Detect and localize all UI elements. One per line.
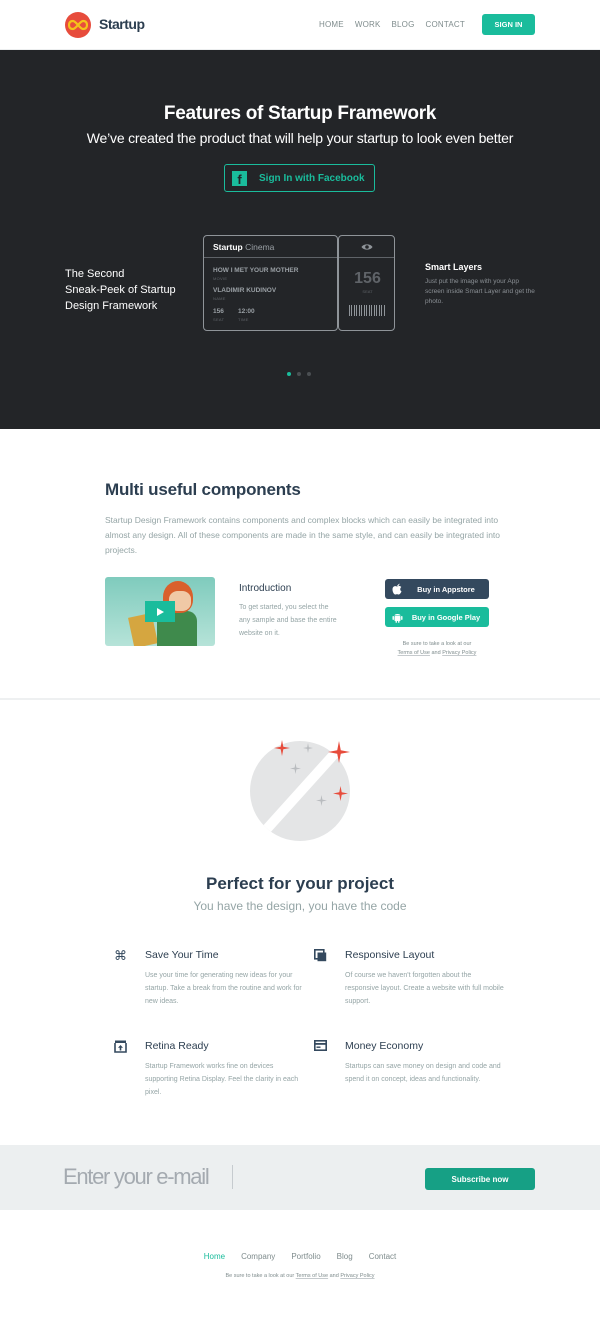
ticket-stub: 156 SEAT: [338, 235, 395, 331]
intro-title: Introduction: [239, 583, 292, 594]
terms-prefix: Be sure to take a look at our: [402, 641, 472, 647]
sparkle-icon: [303, 743, 313, 753]
feature-text: Of course we haven't forgotten about the…: [345, 972, 504, 1005]
ticket-seat: 156: [213, 308, 224, 315]
sneak-line: Sneak-Peek of Startup: [65, 284, 176, 296]
sign-in-button[interactable]: SIGN IN: [482, 14, 535, 35]
barcode: [349, 305, 385, 316]
appstore-label: Buy in Appstore: [417, 584, 475, 594]
footer-nav-company[interactable]: Company: [241, 1252, 275, 1261]
apple-icon: [385, 583, 409, 595]
ticket-header: Startup Cinema: [204, 236, 337, 258]
footer-nav: Home Company Portfolio Blog Contact: [0, 1252, 600, 1261]
footer-terms-link[interactable]: Terms of Use: [296, 1273, 328, 1279]
slider-dot-1[interactable]: [287, 372, 291, 376]
android-icon: [385, 611, 409, 623]
feature-text: Use your time for generating new ideas f…: [145, 972, 302, 1005]
nav-work[interactable]: WORK: [355, 20, 381, 29]
sparkle-icon: [290, 763, 301, 774]
store-terms-note: Be sure to take a look at our Terms of U…: [385, 640, 489, 658]
feature-text: Startups can save money on design and co…: [345, 1063, 501, 1083]
smart-layers-title: Smart Layers: [425, 262, 483, 272]
slider-dot-2[interactable]: [297, 372, 301, 376]
ticket-brand-suffix: Cinema: [245, 242, 275, 252]
ticket-name-label: NAME: [213, 296, 226, 301]
footer-nav-contact[interactable]: Contact: [369, 1252, 397, 1261]
sparkle-icon: [274, 740, 290, 756]
eye-icon: [361, 243, 372, 250]
logo[interactable]: [65, 12, 91, 38]
upload-box-icon: [114, 1040, 128, 1054]
facebook-icon: f: [232, 170, 247, 186]
nav-home[interactable]: HOME: [319, 20, 344, 29]
appstore-button[interactable]: Buy in Appstore: [385, 579, 489, 599]
facebook-signin-label: Sign In with Facebook: [259, 172, 365, 184]
footer-terms-and: and: [329, 1273, 339, 1279]
google-play-button[interactable]: Buy in Google Play: [385, 607, 489, 627]
feature-text: Startup Framework works fine on devices …: [145, 1063, 299, 1096]
ticket-time-label: TIME: [238, 317, 249, 322]
ticket-main: Startup Cinema HOW I MET YOUR MOTHER MOV…: [203, 235, 338, 331]
infinity-icon: [68, 19, 88, 31]
sparkle-icon: [316, 795, 327, 806]
card-icon: [314, 1040, 328, 1054]
nav-blog[interactable]: BLOG: [392, 20, 415, 29]
stub-seat-number: 156: [354, 270, 381, 287]
components-text: Startup Design Framework contains compon…: [105, 515, 501, 555]
hero-subtitle: We’ve created the product that will help…: [86, 130, 514, 146]
windows-icon: [314, 949, 328, 963]
cinema-ticket: Startup Cinema HOW I MET YOUR MOTHER MOV…: [203, 235, 395, 331]
main-nav: HOME WORK BLOG CONTACT: [319, 20, 476, 29]
sneak-peek-text: The Second Sneak-Peek of Startup Design …: [65, 266, 176, 314]
sparkle-icon: [333, 786, 348, 801]
play-icon[interactable]: [145, 601, 175, 622]
ticket-seat-label: SEAT: [213, 317, 225, 322]
feature-title: Retina Ready: [145, 1040, 209, 1052]
footer-terms-prefix: Be sure to take a look at our: [225, 1273, 295, 1279]
site-header: Startup HOME WORK BLOG CONTACT SIGN IN: [0, 0, 600, 50]
hero-title: Features of Startup Framework: [163, 103, 437, 124]
subscribe-button[interactable]: Subscribe now: [425, 1168, 535, 1190]
stub-seat-label: SEAT: [362, 289, 373, 294]
subscribe-section: Subscribe now: [0, 1145, 600, 1210]
sparkle-icon: [328, 741, 350, 763]
ticket-movie: HOW I MET YOUR MOTHER: [213, 267, 299, 274]
brand-name[interactable]: Startup: [99, 16, 145, 32]
feature-title: Responsive Layout: [345, 949, 435, 961]
terms-and: and: [431, 650, 441, 656]
command-icon: ⌘: [114, 948, 127, 963]
footer-nav-portfolio[interactable]: Portfolio: [291, 1252, 320, 1261]
perfect-subtitle: You have the design, you have the code: [193, 899, 407, 913]
components-title: Multi useful components: [105, 480, 301, 499]
ticket-stub-header: [339, 236, 394, 258]
text-caret: [232, 1165, 233, 1189]
ticket-time: 12:00: [238, 308, 255, 315]
feature-title: Money Economy: [345, 1040, 424, 1052]
email-input[interactable]: [63, 1161, 363, 1193]
intro-text: To get started, you select the any sampl…: [239, 604, 337, 637]
footer-terms-note: Be sure to take a look at our Terms of U…: [0, 1273, 600, 1279]
ticket-brand: Startup: [213, 242, 243, 252]
footer-nav-home[interactable]: Home: [204, 1252, 225, 1261]
intro-video[interactable]: [105, 577, 215, 646]
facebook-signin-button[interactable]: f Sign In with Facebook: [224, 164, 375, 192]
nav-contact[interactable]: CONTACT: [426, 20, 465, 29]
google-play-label: Buy in Google Play: [411, 612, 481, 622]
perfect-title: Perfect for your project: [206, 874, 394, 893]
smart-layers-text: Just put the image with your App screen …: [425, 278, 535, 305]
sneak-line: The Second: [65, 268, 125, 280]
ticket-movie-label: MOVIE: [213, 276, 228, 281]
section-divider: [0, 698, 600, 700]
privacy-policy-link[interactable]: Privacy Policy: [442, 650, 476, 656]
ticket-name: VLADIMIR KUDINOV: [213, 287, 277, 294]
feature-title: Save Your Time: [145, 949, 219, 961]
terms-of-use-link[interactable]: Terms of Use: [398, 650, 430, 656]
sneak-line: Design Framework: [65, 300, 158, 312]
footer-nav-blog[interactable]: Blog: [337, 1252, 353, 1261]
slider-pagination: [287, 372, 311, 376]
footer-privacy-link[interactable]: Privacy Policy: [340, 1273, 374, 1279]
hero-section: Features of Startup Framework We’ve crea…: [0, 50, 600, 429]
slider-dot-3[interactable]: [307, 372, 311, 376]
